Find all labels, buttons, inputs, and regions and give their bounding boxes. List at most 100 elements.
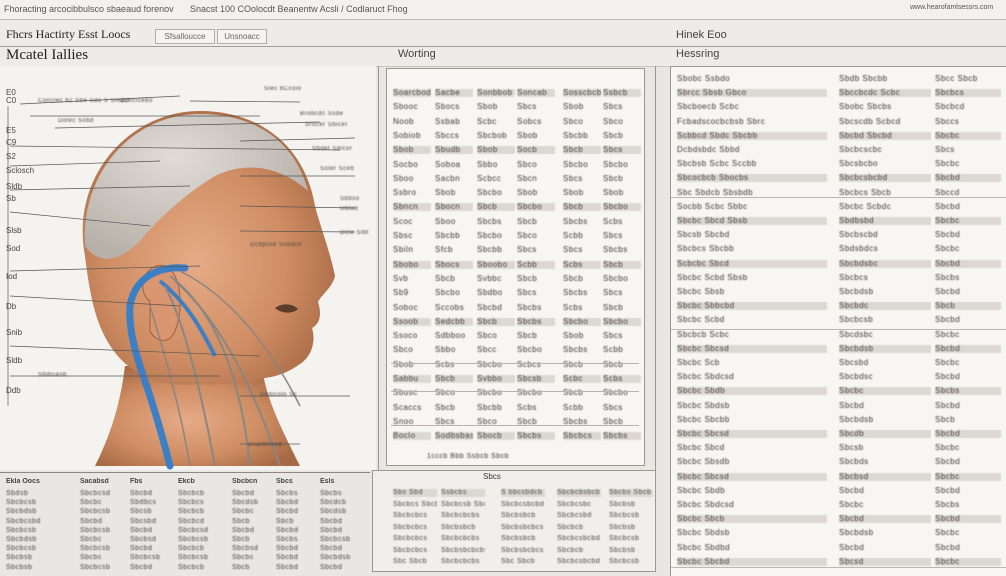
- working-cell: Scbb: [563, 403, 584, 412]
- hearing-cell: Sbcbc Sbcb: [677, 515, 827, 524]
- bottom-left-cell: Sbcbcsb: [6, 526, 37, 534]
- bottom-mid-cell: Sbcbcb: [557, 546, 584, 554]
- working-cell: Sbco: [477, 332, 498, 341]
- hearing-cell: Sbcbdsb: [839, 344, 931, 353]
- bottom-left-cell: Sbcb: [232, 536, 250, 543]
- working-cell: Socbo: [393, 160, 419, 169]
- hearing-cell: Sbcbc Sbsdb: [677, 458, 730, 467]
- working-cell: Sbcb: [563, 203, 601, 212]
- sub-header: Fhcrs Hactirty Esst Loocs Sfsalloucce Un…: [0, 20, 1006, 67]
- working-cell: Sbcbd: [477, 303, 503, 312]
- tab-first[interactable]: Sfsalloucce: [155, 29, 215, 44]
- bottom-mid-cell: Sbcbsbcbcs: [501, 546, 544, 554]
- working-cell: Sbcbs: [563, 217, 588, 226]
- working-cell: Sbob: [563, 103, 584, 112]
- tab-second[interactable]: Unsnoacc: [217, 29, 267, 44]
- hearing-cell: Sbcbcsb: [839, 316, 874, 325]
- diagram-callout: Dcte Slbt: [340, 230, 369, 236]
- bottom-mid-cell: Sbcbsbcbcs: [501, 523, 544, 531]
- hearing-cell: Sbcbc Sbcsd: [677, 344, 827, 353]
- working-cell: Sbob: [477, 103, 498, 112]
- hearing-cell: Sbcbd: [935, 486, 961, 495]
- bottom-mid-cell: Sbcbsb: [609, 546, 636, 554]
- bottom-left-cell: Sbcbcb: [178, 545, 205, 553]
- diagram-callout: Ubteb: [340, 206, 359, 212]
- diagram-callout: Conclec b2 Sbe Sdo S Sleacl: [38, 98, 130, 104]
- bottom-mid-cell: Sbcbcbcs: [393, 523, 428, 531]
- working-cell: Sbcs: [603, 232, 623, 240]
- bottom-mid-cell: Sbcbcs Sbcb: [393, 500, 437, 508]
- working-cell: Sbco: [603, 117, 624, 126]
- top-header: Fhoracting arcocibbulsco sbaeaud forenov…: [0, 0, 1006, 20]
- bottom-left-cell: Sbcbdsb: [6, 508, 37, 516]
- working-cell: Sbudb: [435, 146, 473, 155]
- working-cell: Sbcbs: [517, 432, 555, 441]
- hearing-cell: Sbcbc: [935, 245, 960, 254]
- bottom-left-cell: Sbcbd: [276, 499, 299, 507]
- bottom-mid-cell: Sbcbcsb: [609, 535, 640, 542]
- header-right-text: www.hearofamlsessrs.com: [910, 4, 994, 11]
- working-cell: Noob: [393, 117, 415, 126]
- hearing-cell: Sbcbc Sbbcbd: [677, 302, 827, 311]
- hearing-cell: Sbcsb: [839, 444, 864, 453]
- hearing-cell: Sbcbc: [935, 529, 960, 538]
- hearing-cell: Sbcbd: [935, 430, 1001, 438]
- hearing-cell: Sbcsbcbo: [839, 160, 879, 169]
- working-cell: Sboo: [393, 174, 414, 183]
- bottom-left-cell: Sbcbd: [320, 517, 343, 525]
- hearing-cell: Sbcbc Scbd: [677, 316, 725, 325]
- hearing-cell: Sbcbs: [935, 273, 960, 282]
- working-cell: Scbc: [563, 375, 601, 383]
- working-cell: Sbobo: [393, 260, 431, 269]
- hearing-cell: Sbcbc Scbdc: [839, 202, 892, 211]
- bottom-mid-cell: Sbcbcbcbs: [441, 535, 480, 542]
- bottom-left-cell: Sbcbd: [232, 490, 255, 497]
- hearing-cell: Sbcb: [935, 302, 1001, 311]
- hearing-cell: Sbcbd: [935, 543, 961, 552]
- working-cell: Sbcbob: [477, 131, 508, 140]
- working-cell: Ssoob: [393, 317, 431, 326]
- tab-first-label: Sfsalloucce: [164, 32, 206, 41]
- bottom-left-cell: Sbcbsd: [130, 536, 157, 543]
- hearing-cell: Sbcbc Scbd Sbsb: [677, 273, 748, 282]
- hearing-cell: Sbcbcs: [935, 89, 1001, 98]
- hearing-cell: Sbcbd: [839, 401, 865, 410]
- diagram-title: Mcatel Iallies: [6, 47, 89, 63]
- page-title: Fhcrs Hactirty Esst Loocs: [6, 27, 131, 41]
- hearing-cell: Sbcboecb Scbc: [677, 103, 740, 112]
- bottom-left-cell: Sbcbcsb: [80, 508, 111, 516]
- working-cell: Sbbo: [477, 160, 498, 169]
- bottom-mid-cell: Sbcbcbcbs: [441, 558, 480, 565]
- bottom-left-cell: Sbcbd: [320, 563, 343, 571]
- working-cell: Sbcb: [603, 360, 624, 369]
- hearing-cell: Sbcbd: [935, 373, 961, 382]
- working-cell: Scbb: [603, 346, 624, 355]
- hearing-cell: Sbcbsb Scbc Sccbb: [677, 160, 757, 169]
- working-cell: Sbcb: [563, 146, 601, 155]
- bottom-left-cell: Sbcbc: [80, 536, 102, 543]
- diagram-callout: Doncicebo: [120, 98, 153, 104]
- diagram-callout: Srocer Sbicer: [305, 122, 348, 128]
- working-cell: Soarcbodbo: [393, 89, 431, 97]
- working-cell: Sbcb: [603, 131, 624, 140]
- bottom-mid-cell: Sbcbcsb Sbcbs: [441, 500, 485, 508]
- hearing-cell: Sbcbds: [839, 458, 869, 467]
- working-cell: Sbcbs: [517, 303, 542, 312]
- bottom-mid-header: Sbcs: [483, 473, 501, 481]
- hearing-cell: Sbcbd: [935, 231, 961, 240]
- hearing-cell: Sbcbcb Scbc: [677, 330, 730, 339]
- working-cell: Sbcs: [603, 146, 641, 155]
- hearing-cell: Sbcbc Sbcd: [677, 444, 725, 453]
- working-cell: Scbs: [603, 375, 641, 383]
- bottom-mid-cell: Sbcbcbcbs: [441, 512, 480, 519]
- working-cell: Sbcbs: [603, 432, 641, 441]
- hearing-cell: Sbcbc: [935, 131, 1001, 140]
- working-cell: Sbob: [477, 146, 515, 155]
- bottom-left-cell: Sbcbcsb: [6, 499, 37, 507]
- working-cell: Sabbu: [393, 375, 431, 383]
- working-cell: Sbco: [563, 117, 584, 126]
- working-cell: Soboc: [393, 303, 419, 312]
- bottom-left-cell: Sbcb: [276, 517, 294, 525]
- diagram-callout: Dcbpcse Scbdcn: [250, 242, 303, 248]
- bottom-mid-cell: Sbcbcsbc: [557, 500, 592, 508]
